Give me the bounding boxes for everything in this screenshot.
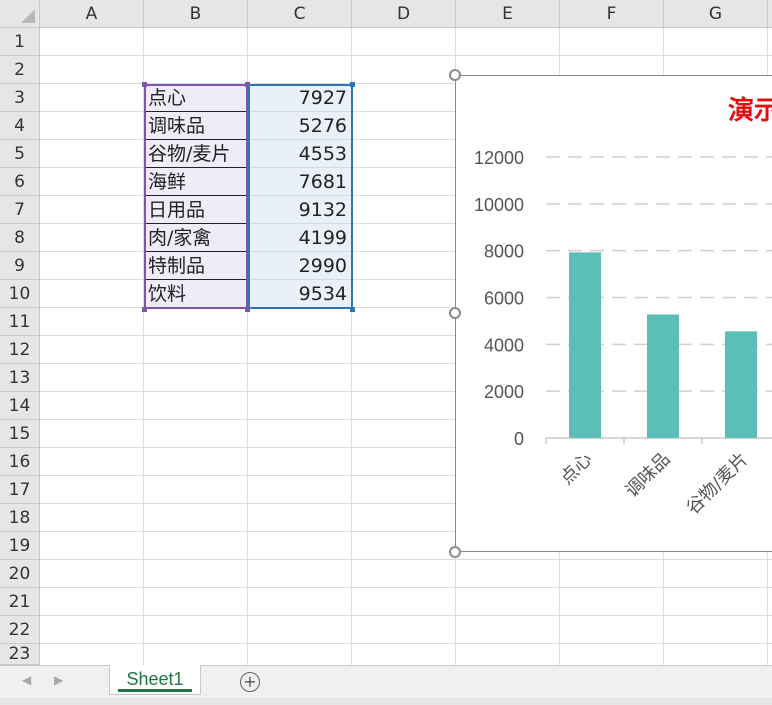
row-header-12[interactable]: 12 xyxy=(0,336,40,364)
column-header-a[interactable]: A xyxy=(40,0,144,28)
column-header-g[interactable]: G xyxy=(664,0,768,28)
cell-b4[interactable]: 调味品 xyxy=(144,112,248,140)
select-all-triangle-icon xyxy=(21,9,35,23)
row-header-14[interactable]: 14 xyxy=(0,392,40,420)
x-tick-label: 点心 xyxy=(556,449,596,489)
column-header-f[interactable]: F xyxy=(560,0,664,28)
y-tick-label: 2000 xyxy=(484,382,524,402)
x-tick-label: 调味品 xyxy=(622,449,675,502)
row-header-16[interactable]: 16 xyxy=(0,448,40,476)
row-header-1[interactable]: 1 xyxy=(0,28,40,56)
range-handle-bottom-left[interactable] xyxy=(142,307,147,312)
cell-b7[interactable]: 日用品 xyxy=(144,196,248,224)
row-header-6[interactable]: 6 xyxy=(0,168,40,196)
chart-resize-handle-bottom-left[interactable] xyxy=(449,546,461,558)
row-header-2[interactable]: 2 xyxy=(0,56,40,84)
cell-b9[interactable]: 特制品 xyxy=(144,252,248,280)
row-header-15[interactable]: 15 xyxy=(0,420,40,448)
cell-b8[interactable]: 肉/家禽 xyxy=(144,224,248,252)
bar-chart[interactable]: 020004000600080001000012000点心调味品谷物/麦片海鲜日… xyxy=(455,75,772,552)
bar xyxy=(569,252,601,438)
row-header-23[interactable]: 23 xyxy=(0,644,40,665)
row-header-10[interactable]: 10 xyxy=(0,280,40,308)
row-header-3[interactable]: 3 xyxy=(0,84,40,112)
column-header-c[interactable]: C xyxy=(248,0,352,28)
bar xyxy=(725,331,757,438)
row-header-19[interactable]: 19 xyxy=(0,532,40,560)
chart-resize-handle-top-left[interactable] xyxy=(449,69,461,81)
row-header-4[interactable]: 4 xyxy=(0,112,40,140)
chart-plot-area: 020004000600080001000012000点心调味品谷物/麦片海鲜日… xyxy=(474,148,772,519)
cell-c6[interactable]: 7681 xyxy=(248,168,352,196)
column-header-partial xyxy=(768,0,772,28)
active-tab-indicator xyxy=(118,689,192,692)
x-tick-label: 谷物/麦片 xyxy=(682,449,752,519)
column-header-d[interactable]: D xyxy=(352,0,456,28)
range-handle-bottom-middle[interactable] xyxy=(245,307,250,312)
plus-circle-icon[interactable]: + xyxy=(240,672,260,692)
range-handle-top-left[interactable] xyxy=(142,82,147,87)
row-header-13[interactable]: 13 xyxy=(0,364,40,392)
row-header-21[interactable]: 21 xyxy=(0,588,40,616)
column-header-e[interactable]: E xyxy=(456,0,560,28)
row-header-18[interactable]: 18 xyxy=(0,504,40,532)
row-header-17[interactable]: 17 xyxy=(0,476,40,504)
row-header-8[interactable]: 8 xyxy=(0,224,40,252)
y-tick-label: 12000 xyxy=(474,148,524,168)
sheet-tab-sheet1[interactable]: Sheet1 xyxy=(109,665,201,695)
cell-b10[interactable]: 饮料 xyxy=(144,280,248,308)
y-tick-label: 8000 xyxy=(484,242,524,262)
row-header-11[interactable]: 11 xyxy=(0,308,40,336)
range-handle-bottom-right[interactable] xyxy=(350,307,355,312)
cell-c5[interactable]: 4553 xyxy=(248,140,352,168)
select-all-corner[interactable] xyxy=(0,0,40,28)
cell-c9[interactable]: 2990 xyxy=(248,252,352,280)
row-header-20[interactable]: 20 xyxy=(0,560,40,588)
y-tick-label: 6000 xyxy=(484,289,524,309)
sheet-tab-bar: ◀ ▶ Sheet1 + xyxy=(0,665,772,698)
column-header-b[interactable]: B xyxy=(144,0,248,28)
row-header-5[interactable]: 5 xyxy=(0,140,40,168)
status-bar xyxy=(0,698,772,705)
cell-c8[interactable]: 4199 xyxy=(248,224,352,252)
cell-b5[interactable]: 谷物/麦片 xyxy=(144,140,248,168)
range-handle-top-middle[interactable] xyxy=(245,82,250,87)
row-header-22[interactable]: 22 xyxy=(0,616,40,644)
triangle-right-icon[interactable]: ▶ xyxy=(54,673,63,687)
bar xyxy=(647,314,679,438)
cell-c4[interactable]: 5276 xyxy=(248,112,352,140)
cell-b3[interactable]: 点心 xyxy=(144,84,248,112)
row-header-9[interactable]: 9 xyxy=(0,252,40,280)
cell-c10[interactable]: 9534 xyxy=(248,280,352,308)
cell-c7[interactable]: 9132 xyxy=(248,196,352,224)
chart-resize-handle-left[interactable] xyxy=(449,307,461,319)
y-tick-label: 0 xyxy=(514,429,524,449)
cell-c3[interactable]: 7927 xyxy=(248,84,352,112)
range-handle-top-right[interactable] xyxy=(350,82,355,87)
chart-title[interactable]: 演示 xyxy=(728,90,772,127)
y-tick-label: 10000 xyxy=(474,195,524,215)
y-tick-label: 4000 xyxy=(484,335,524,355)
sheet-tab-label: Sheet1 xyxy=(126,669,184,689)
triangle-left-icon[interactable]: ◀ xyxy=(22,673,31,687)
row-header-7[interactable]: 7 xyxy=(0,196,40,224)
cell-b6[interactable]: 海鲜 xyxy=(144,168,248,196)
